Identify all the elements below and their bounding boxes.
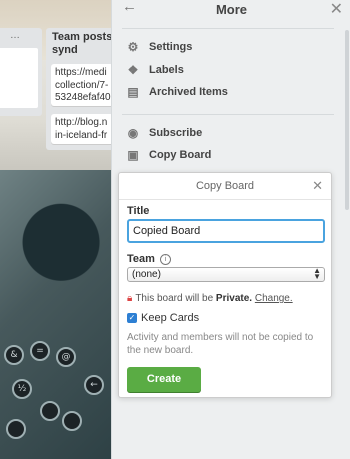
popover-header: Copy Board ✕ — [119, 173, 331, 200]
menu-item-label: Labels — [149, 64, 184, 76]
typewriter-key — [62, 411, 82, 431]
card-text: http://blog.n in-iceland-fr — [55, 117, 108, 141]
board-title-input[interactable] — [127, 219, 325, 243]
typewriter-key: = — [30, 341, 50, 361]
list-menu-icon[interactable]: … — [10, 30, 20, 41]
board-icon: ▣ — [127, 148, 139, 162]
sidebar-header: ← More ✕ — [112, 0, 350, 18]
typewriter-key: ← — [84, 375, 104, 395]
team-select-value: (none) — [132, 269, 161, 280]
board-list-right[interactable]: Team posts synd https://medi collection/… — [46, 28, 111, 150]
board-background: … Team posts synd https://medi collectio… — [0, 0, 111, 459]
info-icon[interactable]: i — [160, 254, 171, 265]
typewriter-key: & — [4, 345, 24, 365]
list-title[interactable]: Team posts synd — [52, 31, 111, 57]
list-card[interactable] — [0, 48, 38, 108]
lock-icon: 🔒︎ — [127, 293, 133, 304]
keep-cards-checkbox[interactable]: ✓ — [127, 313, 137, 323]
gear-icon: ⚙ — [127, 40, 139, 54]
typewriter-keys: & = @ ← ½ — [0, 335, 111, 459]
menu-item-label: Copy Board — [149, 149, 212, 161]
team-label: Team — [127, 253, 155, 265]
divider — [122, 114, 334, 115]
list-card[interactable]: http://blog.n in-iceland-fr — [51, 114, 111, 144]
privacy-value: Private. — [215, 293, 253, 304]
archive-icon: ▤ — [127, 85, 139, 99]
close-icon[interactable]: ✕ — [312, 178, 323, 194]
title-label: Title — [127, 205, 150, 217]
menu-item-label: Subscribe — [149, 127, 203, 139]
team-select[interactable]: (none) ▲ ▼ — [127, 267, 325, 282]
close-icon[interactable]: ✕ — [330, 0, 343, 19]
card-text: https://medi collection/7‑ 53248efaf40 — [55, 67, 111, 103]
typewriter-key — [40, 401, 60, 421]
copy-hint-text: Activity and members will not be copied … — [127, 332, 314, 356]
tag-icon: ❖ — [127, 63, 139, 77]
copy-board-popover: Copy Board ✕ Title Team i (none) ▲▼ 🔒︎Th… — [118, 172, 332, 398]
menu-item-label: Settings — [149, 41, 193, 53]
sidebar-title: More — [215, 2, 248, 17]
create-button[interactable]: Create — [127, 367, 201, 392]
list-card[interactable]: https://medi collection/7‑ 53248efaf40 — [51, 64, 111, 106]
sidebar-scrollbar[interactable] — [345, 30, 349, 210]
typewriter-key — [6, 419, 26, 439]
eye-icon: ◉ — [127, 126, 139, 140]
keep-cards-label[interactable]: Keep Cards — [141, 312, 199, 324]
popover-title: Copy Board — [195, 180, 255, 192]
select-arrows-icon: ▲ ▼ — [313, 266, 321, 281]
change-privacy-link[interactable]: Change. — [255, 293, 293, 304]
menu-item-label: Archived Items — [149, 86, 228, 98]
typewriter-key: ½ — [12, 379, 32, 399]
divider — [122, 28, 334, 29]
board-list-left[interactable]: … — [0, 28, 42, 116]
privacy-notice: 🔒︎ This board will be Private. Change. — [127, 293, 293, 304]
typewriter-key: @ — [56, 347, 76, 367]
privacy-prefix: This board will be — [135, 293, 214, 304]
